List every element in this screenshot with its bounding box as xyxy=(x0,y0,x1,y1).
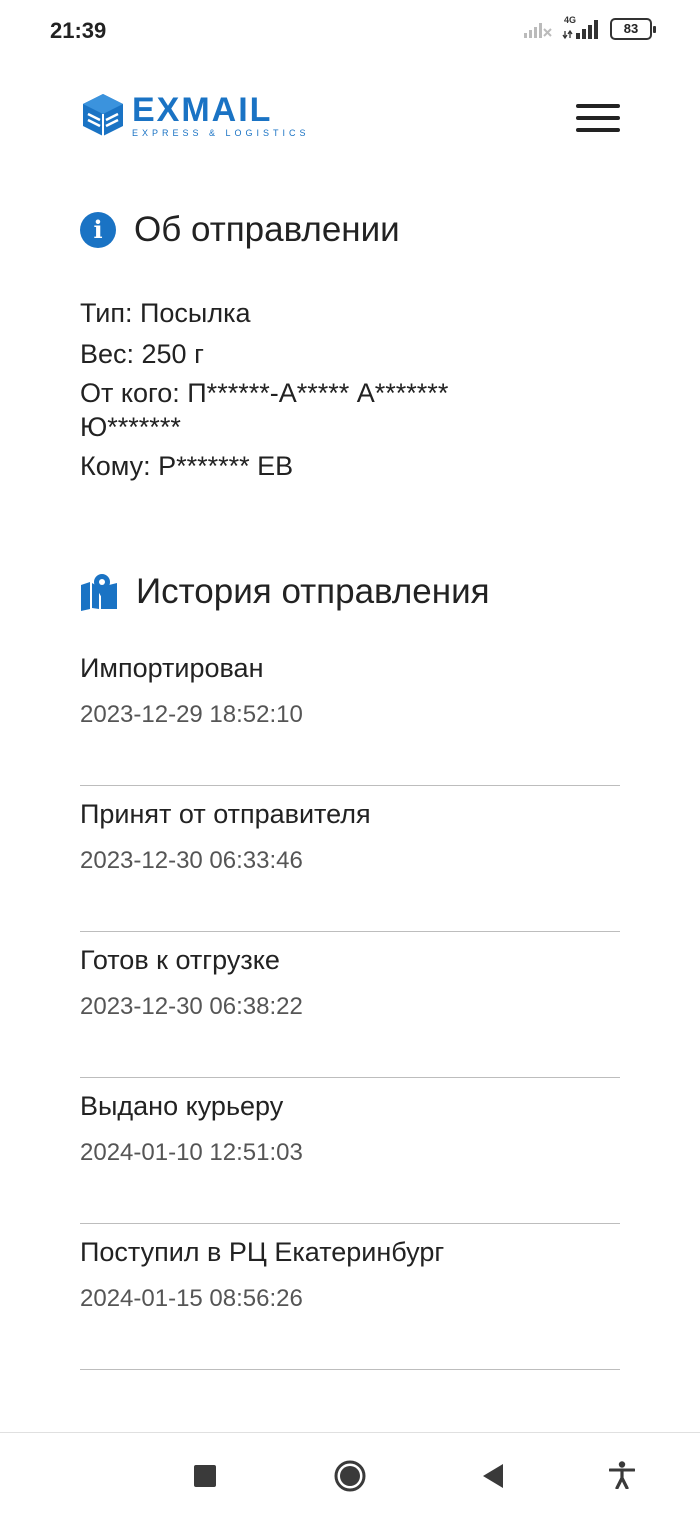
shipment-recipient: Кому: Р******* ЕВ xyxy=(80,451,294,481)
status-time: 21:39 xyxy=(50,18,107,43)
history-title: История отправления xyxy=(136,572,490,611)
history-status: Принят от отправителя xyxy=(80,799,371,829)
cube-logo-icon xyxy=(83,94,123,136)
exmail-logo[interactable]: EXMAIL EXPRESS & LOGISTICS xyxy=(80,92,310,138)
history-status: Импортирован xyxy=(80,653,264,683)
shipment-sender: От кого: П******-А***** А******* Ю******… xyxy=(80,378,449,442)
history-item: Готов к отгрузке 2023-12-30 06:38:22 xyxy=(80,932,620,1078)
logo-tagline: EXPRESS & LOGISTICS xyxy=(132,127,310,138)
status-bar: 21:39 4G 83 xyxy=(0,0,700,64)
history-section-title: История отправления xyxy=(80,572,490,612)
battery-indicator: 83 xyxy=(610,18,656,40)
history-status: Поступил в РЦ Екатеринбург xyxy=(80,1237,445,1267)
history-status: Выдано курьеру xyxy=(80,1091,284,1121)
map-pin-icon xyxy=(81,574,117,611)
hamburger-menu-icon[interactable] xyxy=(576,104,622,132)
shipment-details: Тип: Посылка Вес: 250 г От кого: П******… xyxy=(80,294,550,488)
recents-button[interactable] xyxy=(193,1464,217,1493)
home-button[interactable] xyxy=(333,1459,367,1498)
back-button[interactable] xyxy=(481,1463,505,1494)
about-title: Об отправлении xyxy=(134,210,400,249)
history-list: Импортирован 2023-12-29 18:52:10 Принят … xyxy=(80,640,620,1370)
square-icon xyxy=(194,1465,216,1487)
history-date: 2024-01-10 12:51:03 xyxy=(80,1139,303,1166)
signal-off-icon xyxy=(524,23,552,38)
shipment-type: Тип: Посылка xyxy=(80,298,251,328)
about-section-title: i Об отправлении xyxy=(80,210,400,250)
header: EXMAIL EXPRESS & LOGISTICS xyxy=(0,80,700,160)
logo-name: EXMAIL xyxy=(132,90,273,129)
history-item: Выдано курьеру 2024-01-10 12:51:03 xyxy=(80,1078,620,1224)
status-icons: 4G 83 xyxy=(524,15,656,40)
system-nav-bar xyxy=(0,1432,700,1517)
history-item: Импортирован 2023-12-29 18:52:10 xyxy=(80,640,620,786)
history-item: Поступил в РЦ Екатеринбург 2024-01-15 08… xyxy=(80,1224,620,1370)
signal-4g-icon: 4G xyxy=(562,15,600,40)
info-icon: i xyxy=(80,212,116,248)
shipment-weight: Вес: 250 г xyxy=(80,339,204,369)
history-item: Принят от отправителя 2023-12-30 06:33:4… xyxy=(80,786,620,932)
back-triangle-icon xyxy=(483,1464,503,1488)
home-circle-icon xyxy=(334,1460,366,1492)
history-date: 2024-01-15 08:56:26 xyxy=(80,1285,303,1312)
history-date: 2023-12-30 06:38:22 xyxy=(80,993,303,1020)
accessibility-icon xyxy=(608,1461,636,1490)
history-status: Готов к отгрузке xyxy=(80,945,280,975)
accessibility-button[interactable] xyxy=(608,1461,636,1494)
history-date: 2023-12-29 18:52:10 xyxy=(80,701,303,728)
history-date: 2023-12-30 06:33:46 xyxy=(80,847,303,874)
